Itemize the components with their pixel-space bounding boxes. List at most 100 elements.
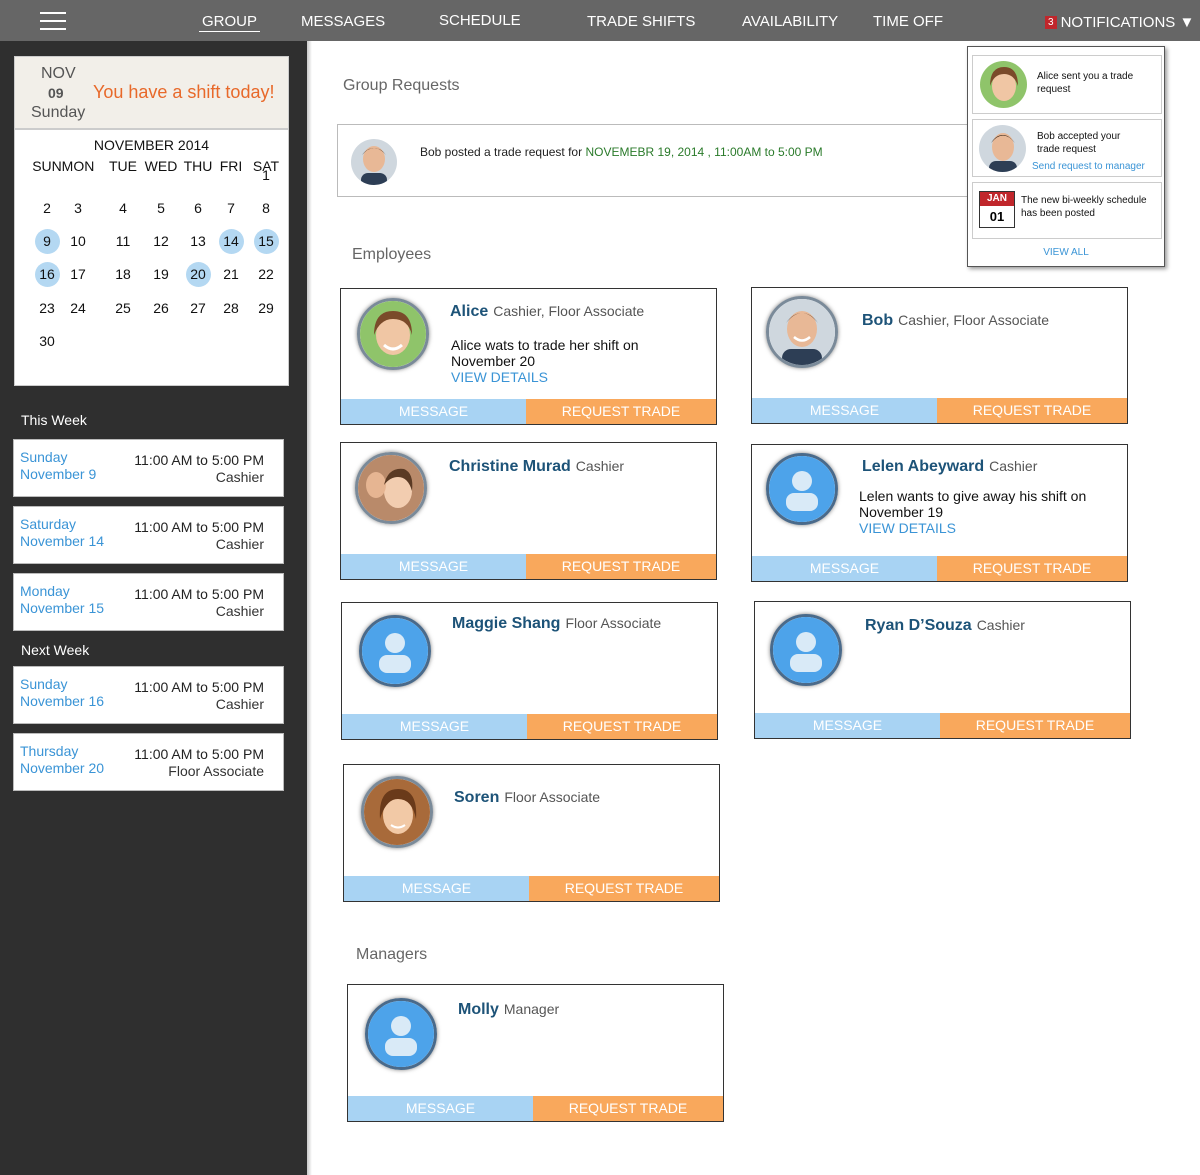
send-request-to-manager-link[interactable]: Send request to manager (1032, 161, 1145, 172)
view-details-link[interactable]: VIEW DETAILS (451, 369, 661, 385)
shift-date: November 16 (20, 693, 105, 709)
calendar-day[interactable]: 30 (35, 329, 60, 354)
notifications-label: NOTIFICATIONS ▼ (1060, 14, 1195, 31)
alice-avatar (357, 298, 429, 370)
calendar-day-shift[interactable]: 16 (34, 262, 60, 287)
employee-role: Cashier (575, 458, 625, 474)
employee-role: Floor Associate (565, 615, 662, 631)
shift-item[interactable]: Sunday November 16 11:00 AM to 5:00 PM Ca… (13, 666, 284, 724)
calendar-day[interactable]: 18 (111, 262, 136, 287)
request-trade-button[interactable]: REQUEST TRADE (526, 554, 716, 579)
placeholder-avatar (359, 615, 431, 687)
calendar-day[interactable]: 10 (66, 229, 91, 254)
calendar-day[interactable]: 4 (111, 196, 136, 221)
calendar-day[interactable]: 28 (219, 296, 244, 321)
today-shift-message: You have a shift today! (93, 82, 275, 102)
message-button[interactable]: MESSAGE (755, 713, 940, 738)
calendar-day[interactable]: 26 (149, 296, 174, 321)
employee-card: Soren Floor Associate MESSAGE REQUEST TRA… (343, 764, 720, 902)
request-trade-button[interactable]: REQUEST TRADE (940, 713, 1130, 738)
calendar-day-shift[interactable]: 20 (185, 262, 211, 287)
shift-item[interactable]: Sunday November 9 11:00 AM to 5:00 PM Cas… (13, 439, 284, 497)
message-button[interactable]: MESSAGE (341, 399, 526, 424)
calendar-day[interactable]: 19 (149, 262, 174, 287)
calendar-day[interactable]: 5 (149, 196, 174, 221)
placeholder-avatar (766, 453, 838, 525)
nav-messages[interactable]: MESSAGES (301, 13, 385, 30)
calendar-day[interactable]: 24 (66, 296, 91, 321)
calendar-day[interactable]: 29 (254, 296, 279, 321)
calendar-day[interactable]: 8 (254, 196, 279, 221)
notification-item[interactable]: JAN 01 The new bi-weekly schedule has be… (972, 182, 1162, 239)
request-trade-button[interactable]: REQUEST TRADE (937, 556, 1127, 581)
message-button[interactable]: MESSAGE (752, 398, 937, 423)
shift-time: 11:00 AM to 5:00 PM (134, 746, 264, 762)
notifications-menu[interactable]: 3 NOTIFICATIONS ▼ (1045, 14, 1194, 31)
nav-time-off[interactable]: TIME OFF (873, 13, 943, 30)
request-trade-button[interactable]: REQUEST TRADE (533, 1096, 723, 1121)
calendar-day[interactable]: 25 (111, 296, 136, 321)
group-request-item[interactable]: Bob posted a trade request for NOVEMEBR … (337, 124, 987, 197)
employee-card: Alice Cashier, Floor Associate Alice wats… (340, 288, 717, 425)
request-trade-button[interactable]: REQUEST TRADE (937, 398, 1127, 423)
employee-name: Alice (450, 303, 489, 320)
christine-murad-avatar (355, 452, 427, 524)
nav-trade-shifts[interactable]: TRADE SHIFTS (587, 13, 695, 30)
employee-role: Cashier (976, 617, 1025, 633)
calendar-title: NOVEMBER 2014 (93, 137, 210, 153)
view-details-link[interactable]: VIEW DETAILS (859, 520, 1099, 536)
today-day: 09 (48, 85, 64, 101)
shift-date: November 9 (20, 466, 97, 482)
calendar-day[interactable]: 22 (254, 262, 279, 287)
calendar-day[interactable]: 2 (35, 196, 60, 221)
nav-group[interactable]: GROUP (199, 13, 261, 32)
shift-item[interactable]: Thursday November 20 11:00 AM to 5:00 PM … (13, 733, 284, 791)
shift-item[interactable]: Monday November 15 11:00 AM to 5:00 PM Ca… (13, 573, 284, 631)
shift-date: November 14 (20, 533, 105, 549)
request-trade-button[interactable]: REQUEST TRADE (527, 714, 717, 739)
soren-avatar (361, 776, 433, 848)
calendar-day[interactable]: 21 (219, 262, 244, 287)
calendar-day[interactable]: 23 (35, 296, 60, 321)
calendar-day[interactable]: 7 (219, 196, 244, 221)
request-trade-button[interactable]: REQUEST TRADE (529, 876, 719, 901)
shift-role: Cashier (215, 469, 264, 485)
request-trade-button[interactable]: REQUEST TRADE (526, 399, 716, 424)
calendar-day[interactable]: 3 (66, 196, 91, 221)
next-week-title: Next Week (21, 642, 90, 658)
notification-item[interactable]: Alice sent you a trade request (972, 55, 1162, 114)
message-button[interactable]: MESSAGE (341, 554, 526, 579)
calendar-day[interactable]: 1 (254, 163, 279, 188)
calendar-day[interactable]: 13 (186, 229, 211, 254)
today-month: NOV (41, 65, 76, 82)
nav-schedule[interactable]: SCHEDULE (439, 12, 521, 29)
calendar-day[interactable]: 12 (149, 229, 174, 254)
calendar-day[interactable]: 27 (186, 296, 211, 321)
calendar-day-shift[interactable]: 14 (218, 229, 244, 254)
group-request-text: Bob posted a trade request for NOVEMEBR … (420, 145, 823, 159)
calendar-day-shift[interactable]: 9 (34, 229, 60, 254)
notification-item[interactable]: Bob accepted your trade request Send req… (972, 119, 1162, 177)
sidebar-shadow (307, 41, 312, 1175)
placeholder-avatar (365, 998, 437, 1070)
message-button[interactable]: MESSAGE (344, 876, 529, 901)
calendar-day-shift[interactable]: 15 (253, 229, 279, 254)
hamburger-menu-icon[interactable] (40, 12, 66, 30)
shift-time: 11:00 AM to 5:00 PM (134, 452, 264, 468)
shift-date: November 15 (20, 600, 105, 616)
calendar-day[interactable]: 11 (111, 229, 136, 254)
shift-day: Sunday (20, 449, 68, 465)
shift-time: 11:00 AM to 5:00 PM (134, 586, 264, 602)
view-all-notifications-link[interactable]: VIEW ALL (968, 247, 1164, 258)
today-weekday: Sunday (31, 104, 86, 121)
calendar-day[interactable]: 17 (66, 262, 91, 287)
message-button[interactable]: MESSAGE (752, 556, 937, 581)
message-button[interactable]: MESSAGE (348, 1096, 533, 1121)
calendar-day[interactable]: 6 (186, 196, 211, 221)
message-button[interactable]: MESSAGE (342, 714, 527, 739)
notification-text: Bob accepted your trade request (1037, 131, 1121, 155)
nav-availability[interactable]: AVAILABILITY (742, 13, 838, 30)
shift-item[interactable]: Saturday November 14 11:00 AM to 5:00 PM … (13, 506, 284, 564)
shift-date: November 20 (20, 760, 105, 776)
notification-text: Alice sent you a trade request (1037, 71, 1134, 95)
